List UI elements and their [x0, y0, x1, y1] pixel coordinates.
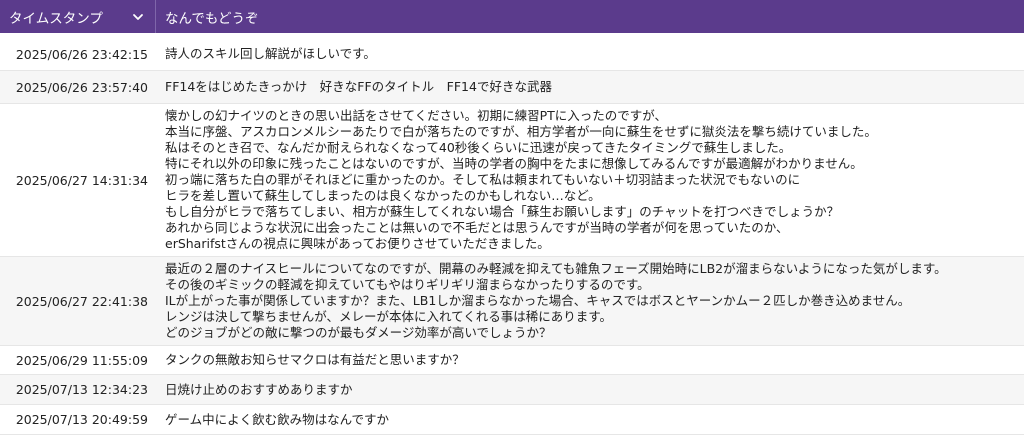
question-column-header[interactable]: なんでもどうぞ	[156, 0, 1024, 33]
question-cell[interactable]: 懐かしの幻ナイツのときの思い出話をさせてください。初期に練習PTに入ったのですが…	[156, 108, 1024, 252]
question-cell[interactable]: 日焼け止めのおすすめありますか	[156, 382, 1024, 398]
question-cell[interactable]: FF14をはじめたきっかけ 好きなFFのタイトル FF14で好きな武器	[156, 79, 1024, 95]
table-row[interactable]: 2025/06/27 22:41:38 最近の２層のナイスヒールについてなのです…	[0, 257, 1024, 346]
timestamp-cell[interactable]: 2025/06/26 23:57:40	[0, 80, 156, 95]
timestamp-cell[interactable]: 2025/07/13 20:49:59	[0, 412, 156, 427]
table-body: 2025/06/26 23:42:15 詩人のスキル回し解説がほしいです。 20…	[0, 38, 1024, 435]
timestamp-cell[interactable]: 2025/06/27 22:41:38	[0, 294, 156, 309]
spreadsheet-view: タイムスタンプ なんでもどうぞ 2025/06/26 23:42:15 詩人のス…	[0, 0, 1024, 435]
table-row[interactable]: 2025/07/13 12:34:23 日焼け止めのおすすめありますか	[0, 375, 1024, 405]
table-row[interactable]: 2025/07/13 20:49:59 ゲーム中によく飲む飲み物はなんですか	[0, 405, 1024, 435]
table-header: タイムスタンプ なんでもどうぞ	[0, 0, 1024, 33]
chevron-down-icon[interactable]	[131, 10, 145, 24]
question-cell[interactable]: タンクの無敵お知らせマクロは有益だと思いますか？	[156, 352, 1024, 368]
question-cell[interactable]: 最近の２層のナイスヒールについてなのですが、開幕のみ軽減を抑えても雑魚フェーズ開…	[156, 261, 1024, 341]
timestamp-cell[interactable]: 2025/07/13 12:34:23	[0, 382, 156, 397]
timestamp-header-label: タイムスタンプ	[9, 10, 103, 27]
table-row[interactable]: 2025/06/26 23:42:15 詩人のスキル回し解説がほしいです。	[0, 38, 1024, 71]
question-header-label: なんでもどうぞ	[165, 10, 259, 27]
table-row[interactable]: 2025/06/26 23:57:40 FF14をはじめたきっかけ 好きなFFの…	[0, 71, 1024, 104]
timestamp-column-header[interactable]: タイムスタンプ	[0, 0, 156, 33]
table-row[interactable]: 2025/06/29 11:55:09 タンクの無敵お知らせマクロは有益だと思い…	[0, 346, 1024, 375]
timestamp-cell[interactable]: 2025/06/26 23:42:15	[0, 47, 156, 62]
table-row[interactable]: 2025/06/27 14:31:34 懐かしの幻ナイツのときの思い出話をさせて…	[0, 104, 1024, 257]
question-cell[interactable]: 詩人のスキル回し解説がほしいです。	[156, 46, 1024, 62]
question-cell[interactable]: ゲーム中によく飲む飲み物はなんですか	[156, 412, 1024, 428]
timestamp-cell[interactable]: 2025/06/27 14:31:34	[0, 173, 156, 188]
timestamp-cell[interactable]: 2025/06/29 11:55:09	[0, 353, 156, 368]
